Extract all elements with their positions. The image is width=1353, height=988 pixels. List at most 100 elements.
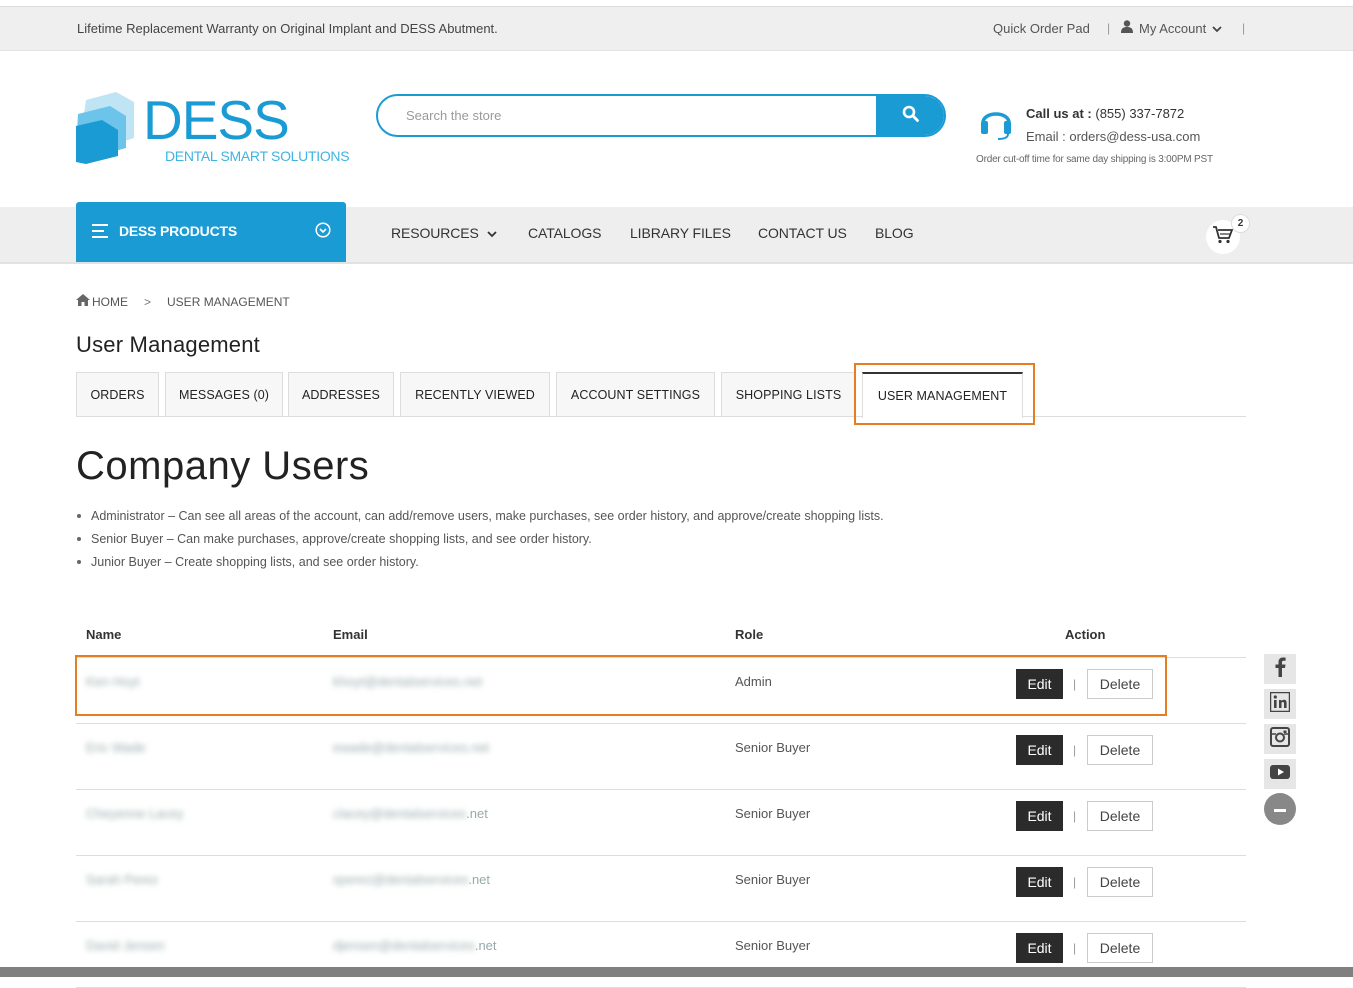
tab-account-settings[interactable]: ACCOUNT SETTINGS — [556, 372, 715, 416]
tab-user-management[interactable]: USER MANAGEMENT — [862, 372, 1023, 418]
search-input[interactable] — [378, 96, 906, 135]
search-icon — [902, 105, 919, 127]
topbar-separator: | — [1242, 21, 1246, 35]
user-name: Ken Hoyt — [86, 674, 140, 689]
role-descriptions: Administrator – Can see all areas of the… — [77, 506, 884, 575]
breadcrumb-home[interactable]: HOME — [92, 295, 128, 309]
user-icon — [1121, 20, 1133, 36]
user-name: Eric Wade — [86, 740, 146, 755]
breadcrumb-separator: > — [144, 294, 152, 309]
shopping-cart-icon — [1213, 225, 1234, 249]
nav-blog[interactable]: BLOG — [875, 225, 914, 241]
quick-order-pad-link[interactable]: Quick Order Pad — [993, 21, 1090, 36]
logo-tagline: DENTAL SMART SOLUTIONS — [165, 148, 350, 164]
nav-contact-us[interactable]: CONTACT US — [758, 225, 847, 241]
headset-icon — [979, 103, 1013, 146]
table-row: Ken Hoyt khoyt@dentalservices.net Admin … — [76, 658, 1246, 724]
user-name: Sarah Perez — [86, 872, 159, 887]
user-email: ewade@dentalservices.net — [333, 740, 490, 755]
role-description-senior-buyer: Senior Buyer – Can make purchases, appro… — [77, 529, 884, 552]
user-role: Senior Buyer — [735, 806, 811, 821]
youtube-link[interactable] — [1264, 759, 1296, 789]
edit-user-button[interactable]: Edit — [1016, 669, 1063, 699]
my-account-menu[interactable]: My Account — [1121, 20, 1222, 36]
tab-shopping-lists[interactable]: SHOPPING LISTS — [721, 372, 856, 416]
facebook-link[interactable] — [1264, 654, 1296, 684]
user-email: sperez@dentalservices.net — [333, 872, 491, 887]
action-separator: | — [1073, 677, 1077, 691]
facebook-icon — [1274, 657, 1286, 682]
tab-recently-viewed[interactable]: RECENTLY VIEWED — [400, 372, 550, 416]
action-separator: | — [1073, 875, 1077, 889]
minus-icon — [1274, 800, 1286, 818]
user-role: Senior Buyer — [735, 740, 811, 755]
user-email: clacey@dentalservices.net — [333, 806, 488, 821]
column-header-action: Action — [1065, 627, 1106, 642]
search-bar — [376, 94, 946, 137]
window-bottom-edge — [0, 967, 1353, 977]
column-header-name: Name — [86, 627, 122, 642]
user-name: David Jensen — [86, 938, 165, 953]
phone-number[interactable]: (855) 337-7872 — [1092, 106, 1184, 121]
edit-user-button[interactable]: Edit — [1016, 735, 1063, 765]
role-description-junior-buyer: Junior Buyer – Create shopping lists, an… — [77, 552, 884, 575]
chevron-down-icon — [1212, 21, 1222, 36]
table-row: David Jensen djensen@dentalservices.net … — [76, 922, 1246, 988]
user-role: Senior Buyer — [735, 872, 811, 887]
nav-resources[interactable]: RESOURCES — [391, 225, 497, 241]
user-name: Cheyenne Lacey — [86, 806, 184, 821]
user-email: djensen@dentalservices.net — [333, 938, 497, 953]
column-header-role: Role — [735, 627, 764, 642]
action-separator: | — [1073, 809, 1077, 823]
hamburger-icon — [92, 224, 108, 243]
delete-user-button[interactable]: Delete — [1087, 867, 1153, 897]
company-users-heading: Company Users — [76, 444, 370, 488]
search-button[interactable] — [876, 96, 944, 135]
linkedin-icon — [1269, 691, 1291, 717]
chevron-down-icon — [487, 225, 497, 241]
page-title: User Management — [76, 332, 260, 357]
email-contact[interactable]: Email : orders@dess-usa.com — [1026, 129, 1200, 144]
my-account-label: My Account — [1139, 20, 1207, 36]
delete-user-button[interactable]: Delete — [1087, 933, 1153, 963]
user-email: khoyt@dentalservices.net — [333, 674, 483, 689]
instagram-link[interactable] — [1264, 724, 1296, 754]
breadcrumb-current: USER MANAGEMENT — [167, 294, 290, 309]
edit-user-button[interactable]: Edit — [1016, 933, 1063, 963]
table-row: Sarah Perez sperez@dentalservices.net Se… — [76, 856, 1246, 922]
cart-count-badge: 2 — [1231, 214, 1250, 233]
column-header-email: Email — [333, 627, 368, 642]
warranty-banner: Lifetime Replacement Warranty on Origina… — [77, 21, 498, 36]
logo-wordmark: DESS — [143, 89, 290, 151]
delete-user-button[interactable]: Delete — [1087, 801, 1153, 831]
topbar-separator: | — [1107, 21, 1111, 35]
social-collapse-button[interactable] — [1264, 793, 1296, 825]
edit-user-button[interactable]: Edit — [1016, 867, 1063, 897]
edit-user-button[interactable]: Edit — [1016, 801, 1063, 831]
call-us-text: Call us at : (855) 337-7872 — [1026, 106, 1185, 121]
user-role: Senior Buyer — [735, 938, 811, 953]
delete-user-button[interactable]: Delete — [1087, 735, 1153, 765]
nav-resources-label: RESOURCES — [391, 225, 479, 241]
user-role: Admin — [735, 674, 772, 689]
tab-messages[interactable]: MESSAGES (0) — [165, 372, 283, 416]
tab-addresses[interactable]: ADDRESSES — [288, 372, 394, 416]
instagram-icon — [1270, 726, 1290, 752]
tab-orders[interactable]: ORDERS — [76, 372, 159, 416]
circle-chevron-down-icon — [315, 222, 331, 243]
table-row: Eric Wade ewade@dentalservices.net Senio… — [76, 724, 1246, 790]
table-row: Cheyenne Lacey clacey@dentalservices.net… — [76, 790, 1246, 856]
linkedin-link[interactable] — [1264, 689, 1296, 719]
nav-library-files[interactable]: LIBRARY FILES — [630, 225, 731, 241]
delete-user-button[interactable]: Delete — [1087, 669, 1153, 699]
shipping-cutoff-note: Order cut-off time for same day shipping… — [976, 154, 1213, 165]
dess-products-menu-button[interactable]: DESS PRODUCTS — [76, 202, 346, 262]
role-description-admin: Administrator – Can see all areas of the… — [77, 506, 884, 529]
tabs-divider — [76, 416, 1246, 417]
dess-products-label: DESS PRODUCTS — [119, 223, 237, 239]
nav-catalogs[interactable]: CATALOGS — [528, 225, 601, 241]
youtube-icon — [1270, 764, 1290, 784]
home-icon[interactable] — [76, 294, 90, 309]
action-separator: | — [1073, 743, 1077, 757]
action-separator: | — [1073, 941, 1077, 955]
